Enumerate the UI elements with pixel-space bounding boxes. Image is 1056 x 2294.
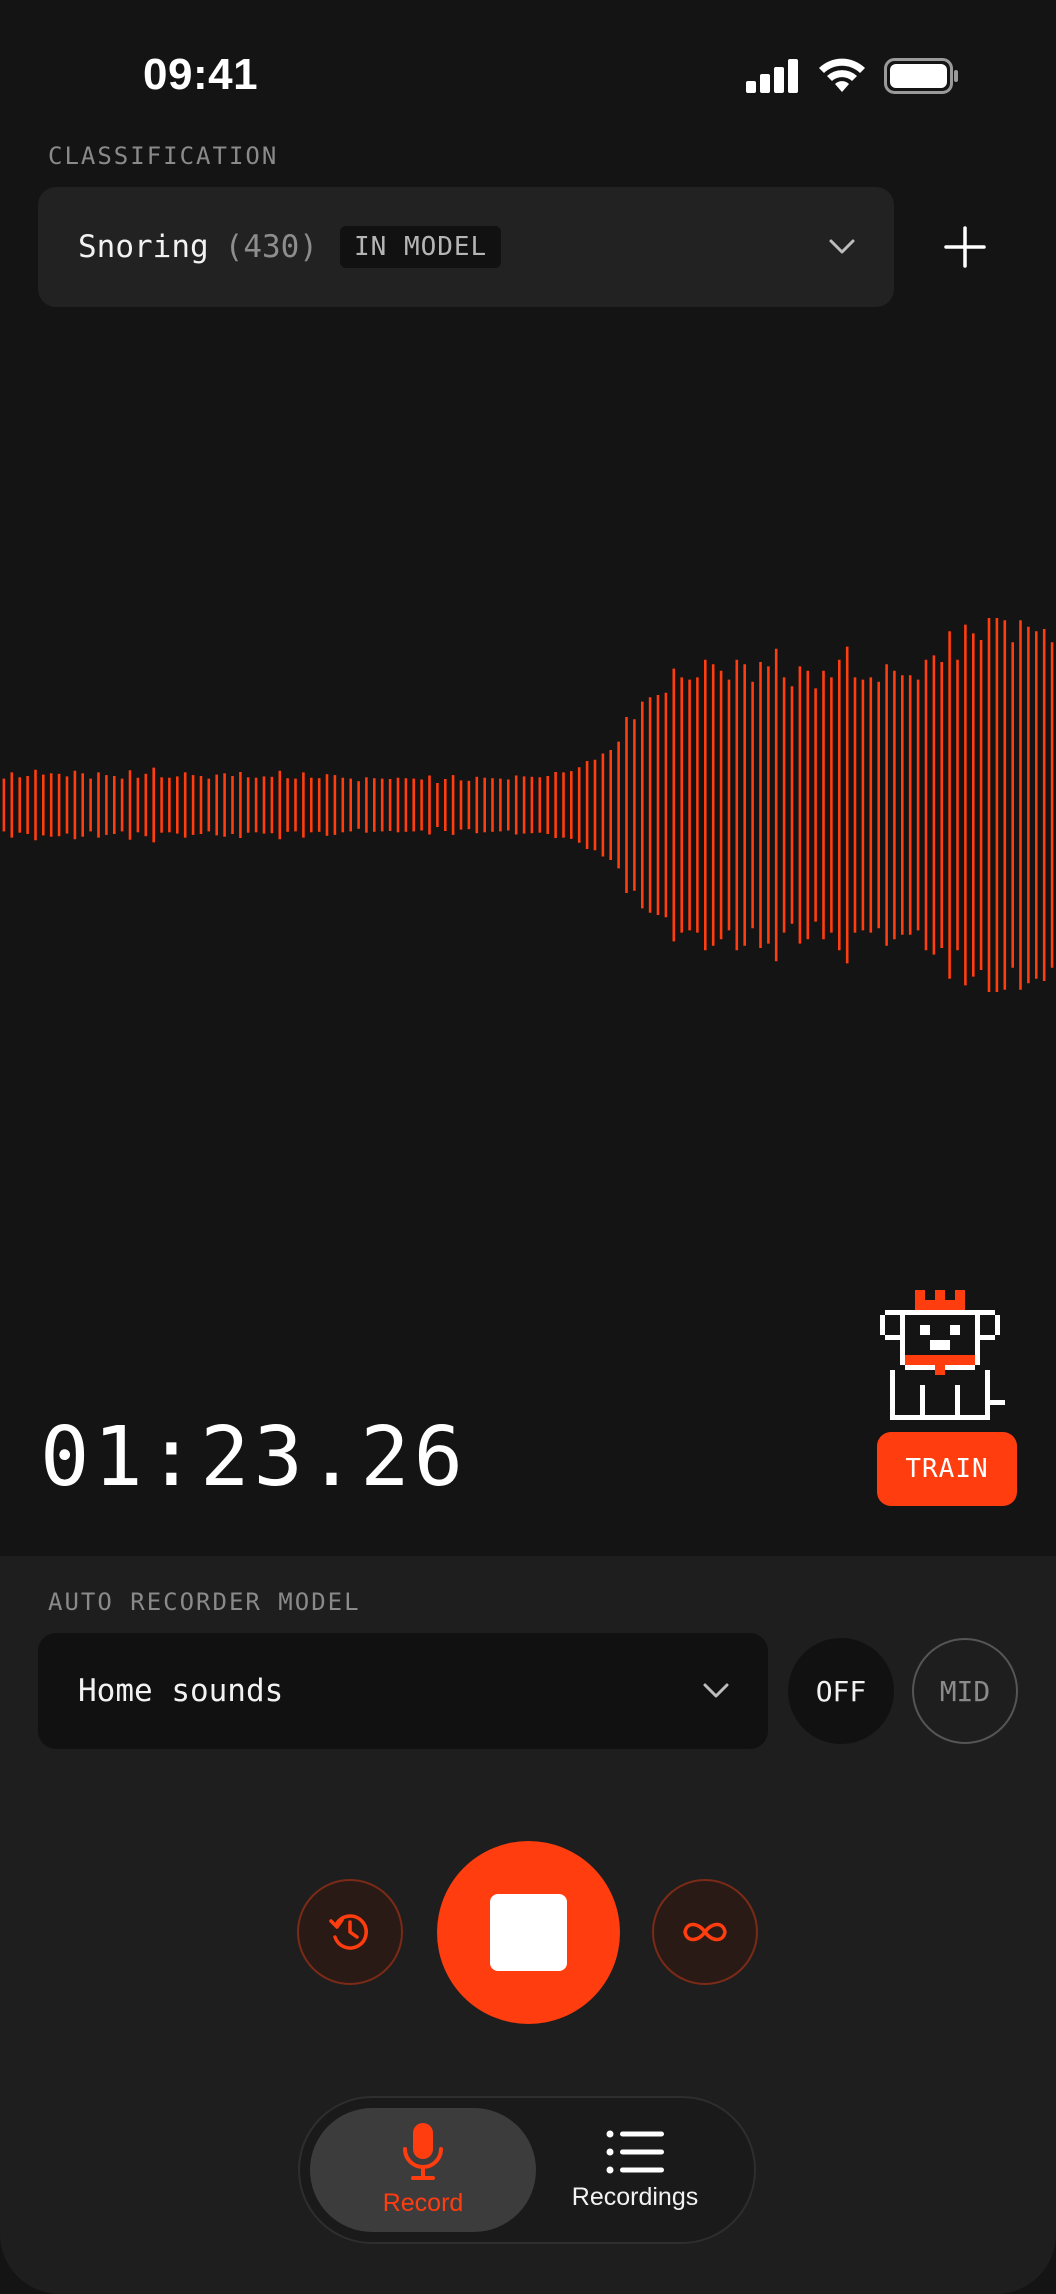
classification-count: (430) (224, 229, 318, 265)
classification-label: CLASSIFICATION (48, 142, 279, 170)
tab-record[interactable]: Record (310, 2108, 536, 2232)
wifi-icon (819, 58, 865, 92)
classification-name: Snoring (78, 229, 209, 265)
auto-recorder-model-select[interactable]: Home sounds (38, 1633, 768, 1749)
stop-recording-button[interactable] (437, 1841, 620, 2024)
plus-icon (944, 226, 986, 268)
sensitivity-off-toggle[interactable]: OFF (788, 1638, 894, 1744)
auto-recorder-label: AUTO RECORDER MODEL (48, 1588, 361, 1616)
chevron-down-icon (703, 1683, 729, 1698)
waveform (2, 618, 1054, 992)
loop-button[interactable] (652, 1879, 758, 1985)
status-icons (746, 58, 960, 94)
microphone-icon (403, 2122, 443, 2180)
in-model-badge: IN MODEL (339, 226, 502, 268)
infinity-icon (683, 1922, 727, 1942)
history-button[interactable] (297, 1879, 403, 1985)
stop-icon (490, 1894, 567, 1971)
tab-bar: Record Recordings (298, 2096, 756, 2244)
tab-record-label: Record (382, 2188, 464, 2217)
sensitivity-mid-toggle[interactable]: MID (912, 1638, 1018, 1744)
list-icon (606, 2130, 664, 2173)
recording-timer: 01:23.26 (40, 1410, 467, 1505)
classification-select[interactable]: Snoring (430) IN MODEL (38, 187, 894, 307)
cellular-signal-icon (746, 59, 798, 93)
model-name: Home sounds (78, 1673, 284, 1709)
tab-recordings-label: Recordings (571, 2182, 699, 2211)
tab-recordings[interactable]: Recordings (522, 2108, 748, 2232)
chevron-down-icon (829, 239, 855, 254)
history-icon (329, 1914, 368, 1950)
add-classification-button[interactable] (930, 212, 1000, 282)
battery-icon (884, 58, 958, 94)
train-button[interactable]: TRAIN (877, 1432, 1017, 1506)
status-time: 09:41 (143, 50, 259, 99)
mascot-icon (880, 1290, 1005, 1420)
